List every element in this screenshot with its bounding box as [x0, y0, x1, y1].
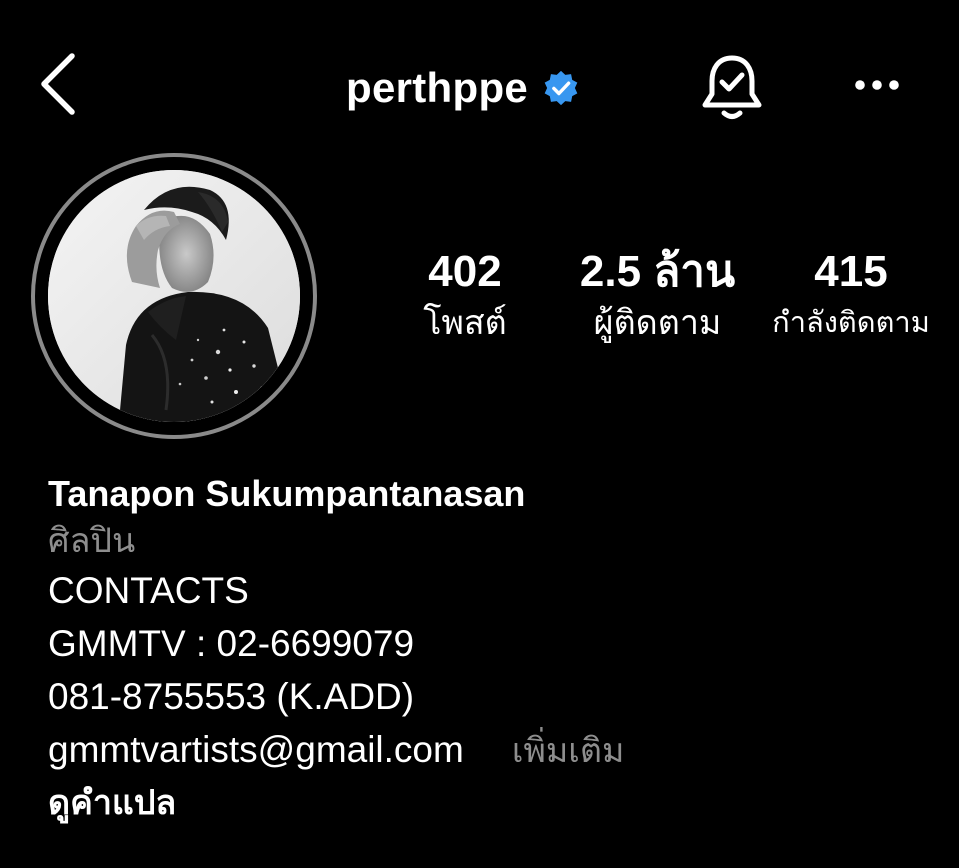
following-label: กำลังติดตาม — [772, 307, 930, 339]
posts-label: โพสต์ — [423, 304, 507, 342]
followers-label: ผู้ติดตาม — [593, 304, 722, 342]
bio-email: gmmtvartists@gmail.com — [48, 729, 464, 770]
bio-line: CONTACTS — [48, 570, 249, 611]
see-translation-link[interactable]: ดูคำแปล — [48, 778, 928, 828]
bell-check-icon — [702, 55, 762, 119]
more-options-button[interactable] — [846, 62, 908, 108]
verified-badge-icon — [544, 70, 578, 106]
username: perthppe — [346, 64, 529, 111]
posts-count[interactable]: 402 โพสต์ — [395, 245, 535, 345]
followers-count[interactable]: 2.5 ล้าน ผู้ติดตาม — [565, 245, 750, 345]
back-button[interactable] — [30, 48, 90, 118]
notifications-button[interactable] — [696, 50, 768, 125]
following-number: 415 — [814, 247, 888, 296]
followers-number: 2.5 ล้าน — [579, 247, 736, 296]
category-label: ศิลปิน — [48, 522, 136, 560]
more-horizontal-icon — [855, 80, 899, 90]
see-more-link[interactable]: เพิ่มเติม — [512, 725, 625, 778]
following-count[interactable]: 415 กำลังติดตาม — [762, 245, 940, 345]
bio-line: GMMTV : 02-6699079 — [48, 623, 415, 664]
chevron-left-icon — [41, 53, 75, 115]
email-row: gmmtvartists@gmail.com เพิ่มเติม — [48, 723, 928, 778]
bio-line: 081-8755553 (K.ADD) — [48, 676, 415, 717]
profile-bio: Tanapon Sukumpantanasan ศิลปิน CONTACTS … — [48, 470, 928, 828]
profile-photo — [48, 170, 300, 422]
posts-number: 402 — [428, 247, 502, 296]
username-title: perthppe — [346, 60, 580, 116]
full-name: Tanapon Sukumpantanasan — [48, 473, 526, 514]
avatar[interactable] — [48, 170, 300, 422]
profile-header: perthppe — [0, 0, 959, 180]
